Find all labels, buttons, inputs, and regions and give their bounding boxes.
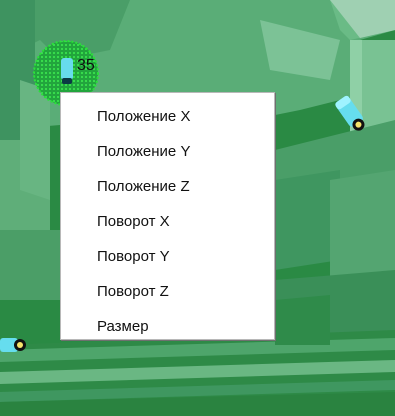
menu-item-position-x[interactable]: Положение X: [61, 99, 274, 134]
camera-object-left[interactable]: [0, 334, 28, 358]
menu-item-size[interactable]: Размер: [61, 309, 274, 344]
camera-icon: [0, 338, 26, 352]
object-number-label: 35: [77, 57, 95, 74]
camera-object-right[interactable]: [332, 92, 370, 136]
context-menu: Положение X Положение Y Положение Z Пово…: [60, 92, 275, 340]
menu-item-position-y[interactable]: Положение Y: [61, 134, 274, 169]
menu-item-rotation-y[interactable]: Поворот Y: [61, 239, 274, 274]
menu-item-rotation-z[interactable]: Поворот Z: [61, 274, 274, 309]
menu-item-rotation-x[interactable]: Поворот X: [61, 204, 274, 239]
menu-item-position-z[interactable]: Положение Z: [61, 169, 274, 204]
camera-icon: [335, 95, 365, 131]
